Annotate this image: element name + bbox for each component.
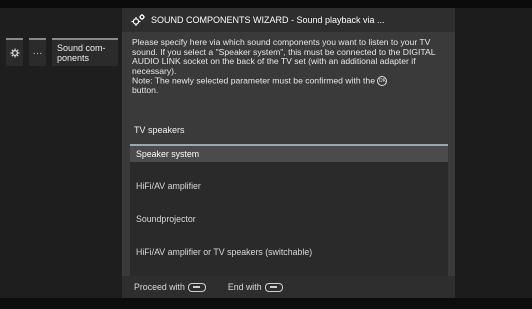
ok-button-icon: OK (377, 76, 388, 86)
nav-dots-chip[interactable]: ··· (29, 38, 46, 66)
note-end-text: button. (132, 85, 159, 95)
tv-screen: ··· Sound com- ponents SOUND COMPONENTS … (0, 0, 532, 309)
proceed-button-icon (187, 282, 206, 292)
note-line: Note: The newly selected parameter must … (132, 76, 448, 96)
top-bar (0, 0, 532, 8)
dialog-description: Please specify here via which sound comp… (132, 37, 448, 96)
option-hifi-or-tv-speakers[interactable]: HiFi/AV amplifier or TV speakers (switch… (130, 243, 448, 261)
bottom-bar (0, 298, 532, 309)
sound-components-wizard: SOUND COMPONENTS WIZARD - Sound playback… (122, 8, 455, 298)
option-hifi-av-amplifier[interactable]: HiFi/AV amplifier (130, 177, 448, 195)
option-speaker-system[interactable]: Speaker system (130, 144, 448, 162)
note-text: Note: The newly selected parameter must … (132, 75, 375, 86)
option-soundprojector[interactable]: Soundprojector (130, 210, 448, 228)
option-label: Soundprojector (136, 214, 196, 224)
gear-icon (10, 48, 19, 58)
option-label: HiFi/AV amplifier (136, 181, 201, 191)
end-button-icon (264, 282, 283, 292)
nav-dots-label: ··· (32, 47, 43, 59)
right-panel (455, 8, 532, 298)
nav-crumb-label: Sound com- ponents (57, 43, 106, 63)
description-text: Please specify here via which sound comp… (132, 37, 436, 76)
option-label: HiFi/AV amplifier or TV speakers (switch… (136, 247, 313, 257)
proceed-label: Proceed with (134, 282, 185, 292)
current-value: TV speakers (134, 125, 185, 135)
nav-crumb-sound-components[interactable]: Sound com- ponents (52, 38, 118, 66)
nav-gear-chip[interactable] (6, 38, 23, 66)
end-label: End with (227, 282, 262, 292)
gears-icon (130, 13, 146, 27)
dialog-title-bar: SOUND COMPONENTS WIZARD - Sound playback… (122, 8, 455, 32)
options-list: Speaker system HiFi/AV amplifier Soundpr… (130, 144, 448, 276)
dialog-title: SOUND COMPONENTS WIZARD - Sound playback… (151, 15, 385, 25)
dialog-footer: Proceed with End with (122, 276, 455, 298)
option-label: Speaker system (136, 149, 200, 159)
